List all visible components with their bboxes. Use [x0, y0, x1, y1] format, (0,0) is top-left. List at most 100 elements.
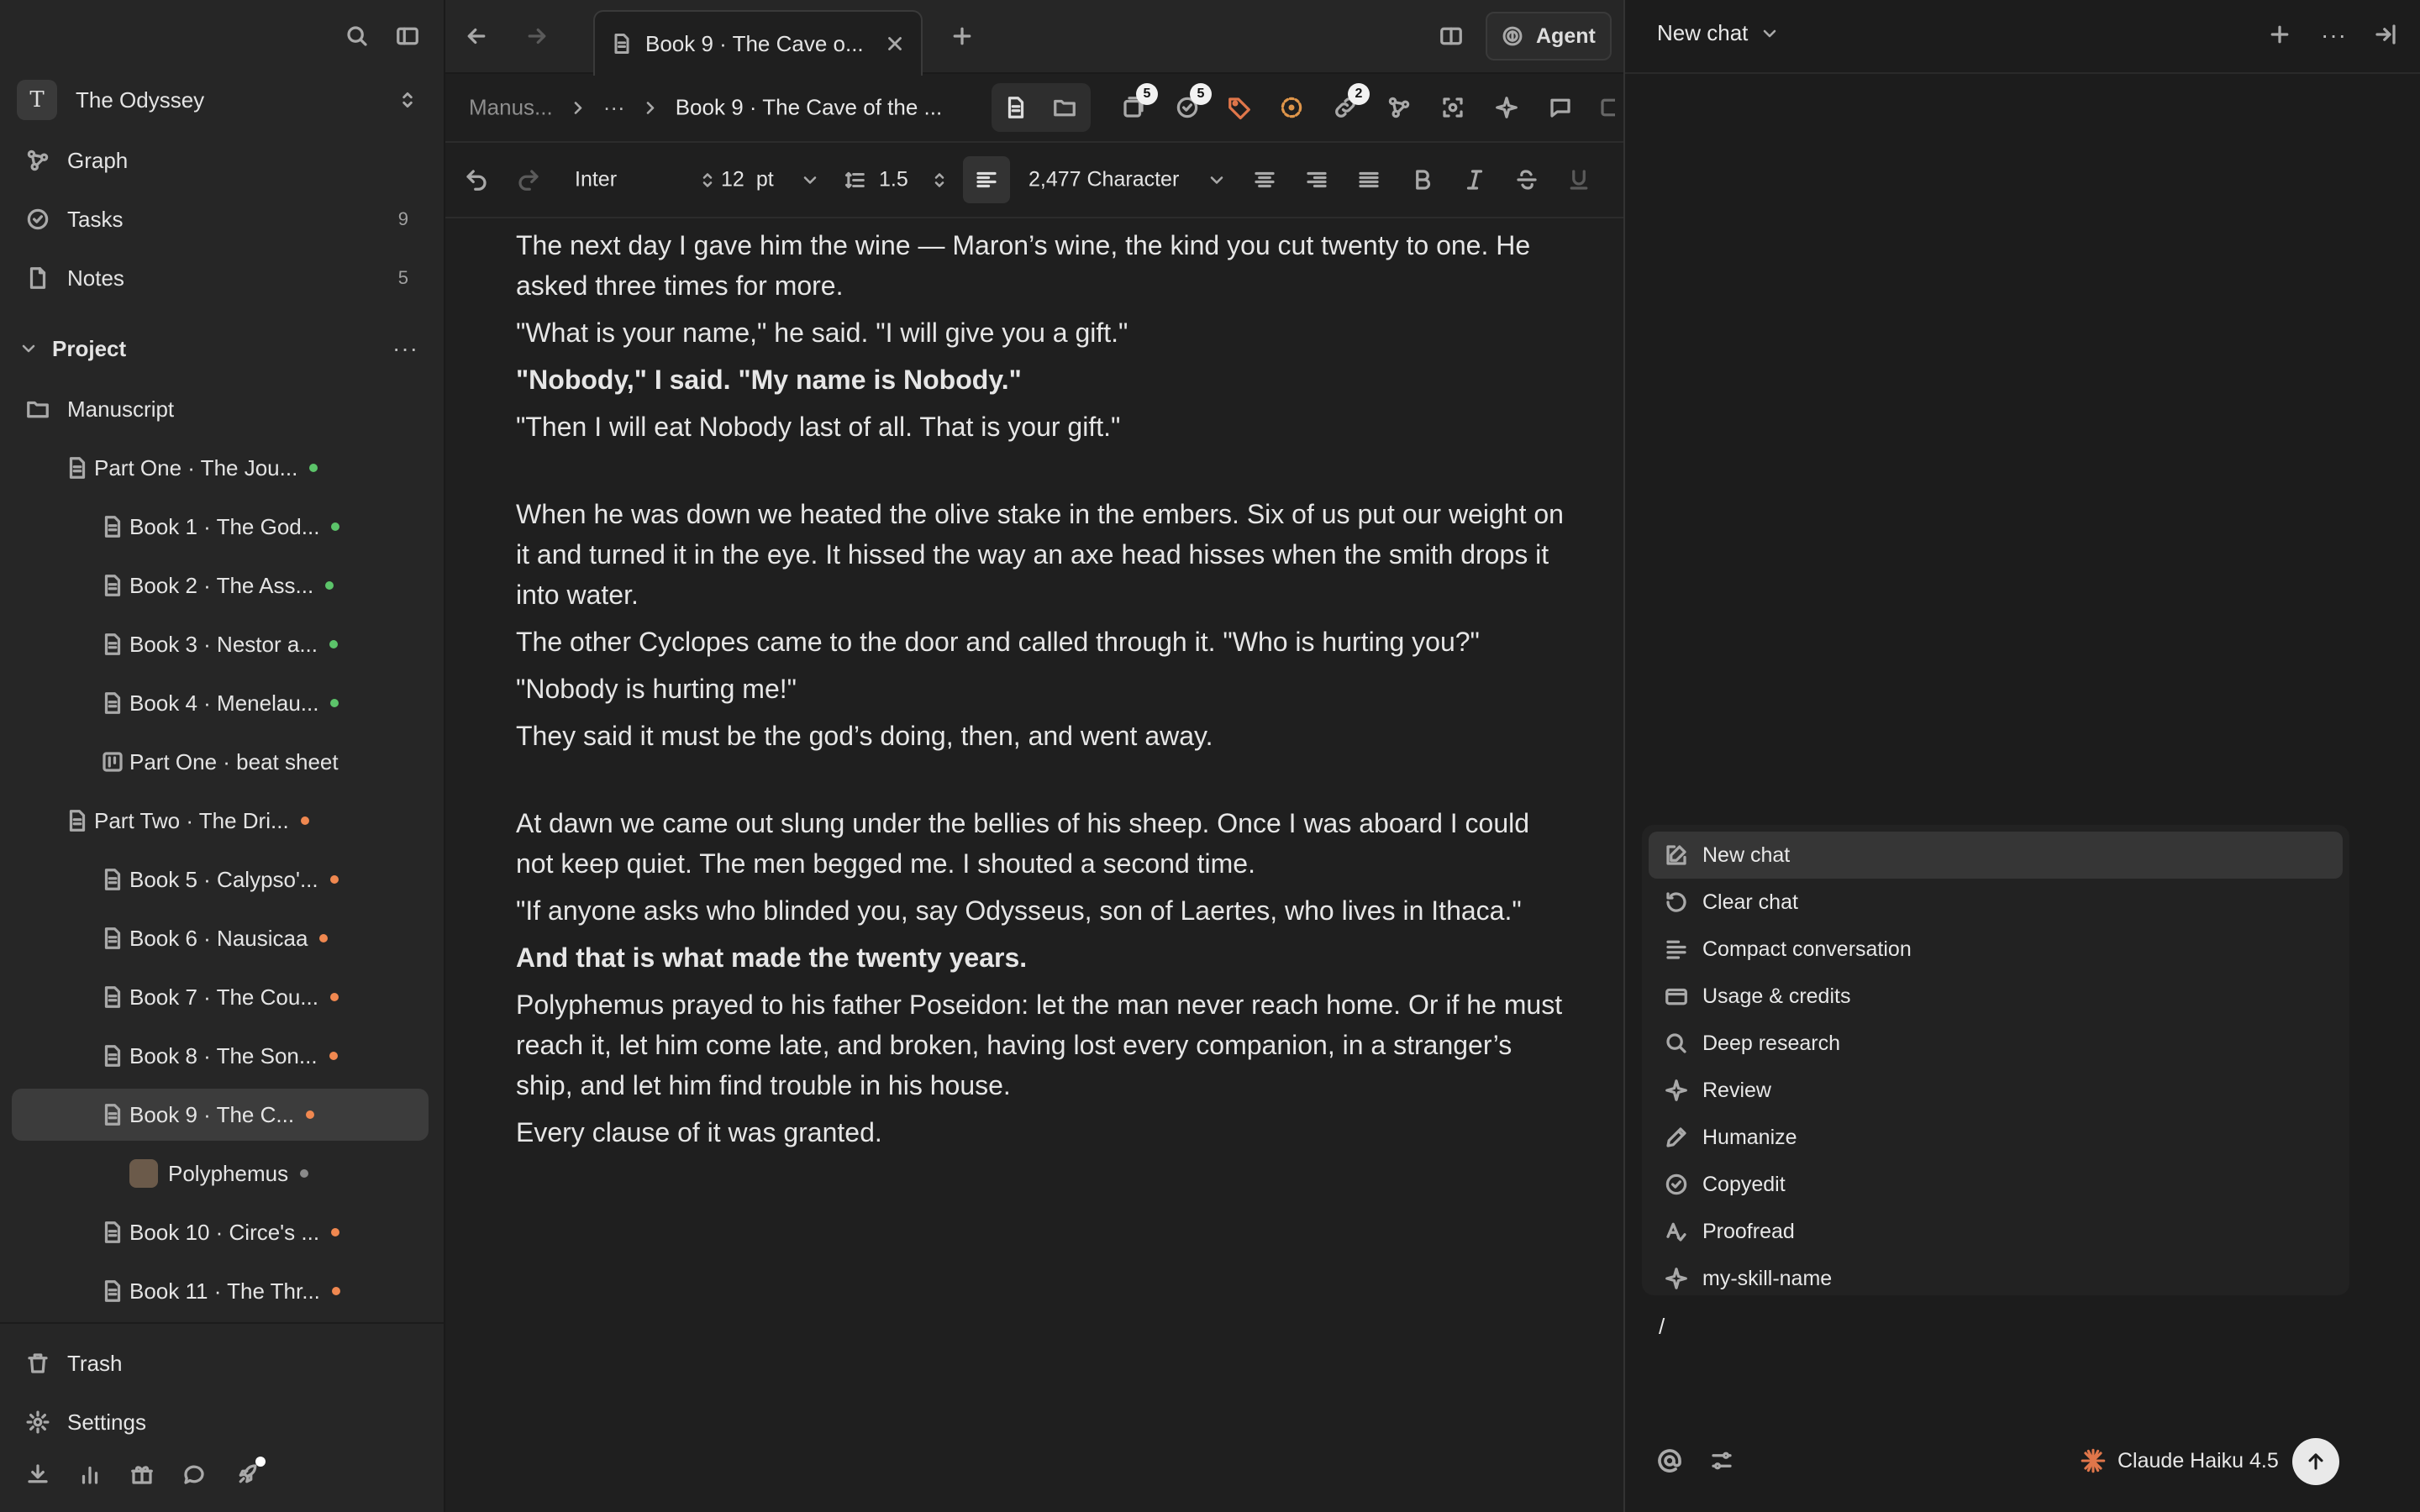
menu-item-usage-credits[interactable]: Usage & credits	[1649, 973, 2343, 1020]
nav-graph[interactable]: Graph	[12, 134, 429, 186]
menu-item-humanize[interactable]: Humanize	[1649, 1114, 2343, 1161]
tag-icon[interactable]	[1227, 95, 1252, 120]
close-icon[interactable]	[884, 33, 906, 55]
project-section-header[interactable]: Project ···	[12, 323, 429, 375]
back-arrow-icon[interactable]	[464, 24, 489, 49]
document-body[interactable]: The next day I gave him the wine — Maron…	[516, 225, 1566, 1159]
nav-trash[interactable]: Trash	[12, 1337, 429, 1389]
new-tab-icon[interactable]	[950, 24, 975, 49]
collapse-panel-icon[interactable]	[2373, 22, 2398, 47]
tree-item-beat-sheet[interactable]: Part One · beat sheet	[12, 736, 429, 788]
font-size-unit: pt	[755, 167, 774, 192]
menu-item-label: Review	[1702, 1078, 1771, 1102]
menu-item-new-chat[interactable]: New chat	[1649, 832, 2343, 879]
menu-item-compact-conversation[interactable]: Compact conversation	[1649, 926, 2343, 973]
tree-item-part-one[interactable]: Part One · The Jou...	[12, 442, 429, 494]
line-height-icon	[844, 171, 865, 188]
nav-tasks[interactable]: Tasks 9	[12, 193, 429, 245]
font-size-select[interactable]: 12 pt	[721, 168, 820, 192]
more-icon[interactable]: ···	[2321, 22, 2347, 49]
menu-item-deep-research[interactable]: Deep research	[1649, 1020, 2343, 1067]
menu-item-copyedit[interactable]: Copyedit	[1649, 1161, 2343, 1208]
menu-item-my-skill[interactable]: my-skill-name	[1649, 1255, 2343, 1302]
model-select[interactable]: Claude Haiku 4.5	[2079, 1446, 2317, 1475]
tree-item-book-10[interactable]: Book 10 · Circe's ...	[12, 1206, 429, 1258]
align-left-button[interactable]	[963, 156, 1010, 203]
tree-item-book-8[interactable]: Book 8 · The Son...	[12, 1030, 429, 1082]
divider	[0, 1322, 444, 1324]
forward-arrow-icon[interactable]	[524, 24, 550, 49]
tab-book-9[interactable]: Book 9 · The Cave o...	[593, 10, 923, 76]
nav-notes[interactable]: Notes 5	[12, 252, 429, 304]
rocket-icon[interactable]	[235, 1457, 266, 1487]
align-right-icon[interactable]	[1304, 167, 1329, 192]
ai-sparkle-icon[interactable]	[1494, 95, 1519, 120]
tree-item-book-9[interactable]: Book 9 · The C...	[12, 1089, 429, 1141]
graph-icon[interactable]	[1386, 95, 1412, 120]
menu-item-review[interactable]: Review	[1649, 1067, 2343, 1114]
sidebar-toggle-icon[interactable]	[395, 24, 420, 49]
tree-item-book-5[interactable]: Book 5 · Calypso'...	[12, 853, 429, 906]
folder-icon	[27, 401, 49, 418]
tree-item-book-4[interactable]: Book 4 · Menelau...	[12, 677, 429, 729]
redo-icon[interactable]	[516, 167, 541, 192]
link-icon[interactable]: 2	[1333, 83, 1370, 120]
download-icon[interactable]	[25, 1462, 50, 1487]
menu-item-clear-chat[interactable]: Clear chat	[1649, 879, 2343, 926]
folder-view-icon[interactable]	[1052, 95, 1077, 120]
line-height-select[interactable]: 1.5	[844, 168, 950, 192]
tasks-icon[interactable]: 5	[1175, 83, 1212, 120]
font-family-select[interactable]: Inter	[575, 168, 718, 192]
undo-icon[interactable]	[464, 167, 489, 192]
more-toolbar-icon[interactable]	[1598, 95, 1615, 120]
sparkle-icon	[1665, 1079, 1687, 1101]
nav-settings[interactable]: Settings	[12, 1396, 429, 1448]
board-icon	[103, 752, 123, 772]
comment-icon[interactable]	[1548, 95, 1573, 120]
breadcrumb-current: Book 9 · The Cave of the ...	[675, 94, 943, 120]
tree-item-book-7[interactable]: Book 7 · The Cou...	[12, 971, 429, 1023]
bold-icon[interactable]	[1410, 167, 1435, 192]
status-dot	[331, 522, 340, 531]
breadcrumb-ellipsis[interactable]: ···	[603, 95, 625, 121]
document-icon	[104, 869, 121, 890]
workspace-switcher[interactable]: T The Odyssey	[12, 74, 429, 126]
tree-item-book-11[interactable]: Book 11 · The Thr...	[12, 1265, 429, 1317]
status-icon[interactable]	[1279, 95, 1304, 120]
stats-icon[interactable]	[77, 1462, 103, 1487]
agent-button[interactable]: Agent	[1486, 12, 1612, 60]
tree-item-label: Part One · beat sheet	[129, 748, 339, 774]
chat-title-select[interactable]: New chat	[1657, 20, 1780, 46]
tree-item-polyphemus[interactable]: Polyphemus	[12, 1147, 429, 1200]
status-dot	[306, 1110, 315, 1119]
tree-item-book-3[interactable]: Book 3 · Nestor a...	[12, 618, 429, 670]
breadcrumb-root[interactable]: Manus...	[469, 95, 553, 121]
settings-sliders-icon[interactable]	[1709, 1448, 1734, 1473]
gift-icon[interactable]	[129, 1462, 155, 1487]
chat-input[interactable]: /	[1659, 1314, 1665, 1340]
tree-item-manuscript[interactable]: Manuscript	[12, 383, 429, 435]
send-button[interactable]	[2292, 1438, 2339, 1485]
tree-item-book-2[interactable]: Book 2 · The Ass...	[12, 559, 429, 612]
mention-icon[interactable]	[1655, 1446, 1684, 1475]
tree-item-book-1[interactable]: Book 1 · The God...	[12, 501, 429, 553]
word-count-select[interactable]: 2,477 Character	[1028, 168, 1227, 192]
document-view-icon[interactable]	[1003, 95, 1028, 120]
status-dot	[319, 934, 329, 942]
justify-icon[interactable]	[1356, 167, 1381, 192]
menu-item-label: Proofread	[1702, 1219, 1795, 1243]
tree-item-part-two[interactable]: Part Two · The Dri...	[12, 795, 429, 847]
menu-item-proofread[interactable]: Proofread	[1649, 1208, 2343, 1255]
underline-icon[interactable]	[1566, 167, 1591, 192]
align-center-icon[interactable]	[1252, 167, 1277, 192]
search-icon[interactable]	[345, 24, 370, 49]
tree-item-book-6[interactable]: Book 6 · Nausicaa	[12, 912, 429, 964]
new-chat-icon[interactable]	[2267, 22, 2292, 47]
outline-icon[interactable]: 5	[1121, 83, 1158, 120]
chat-bubble-icon[interactable]	[182, 1462, 207, 1487]
strikethrough-icon[interactable]	[1514, 167, 1539, 192]
italic-icon[interactable]	[1462, 167, 1487, 192]
split-view-icon[interactable]	[1439, 24, 1464, 49]
focus-icon[interactable]	[1440, 95, 1465, 120]
more-icon[interactable]: ···	[392, 335, 418, 362]
